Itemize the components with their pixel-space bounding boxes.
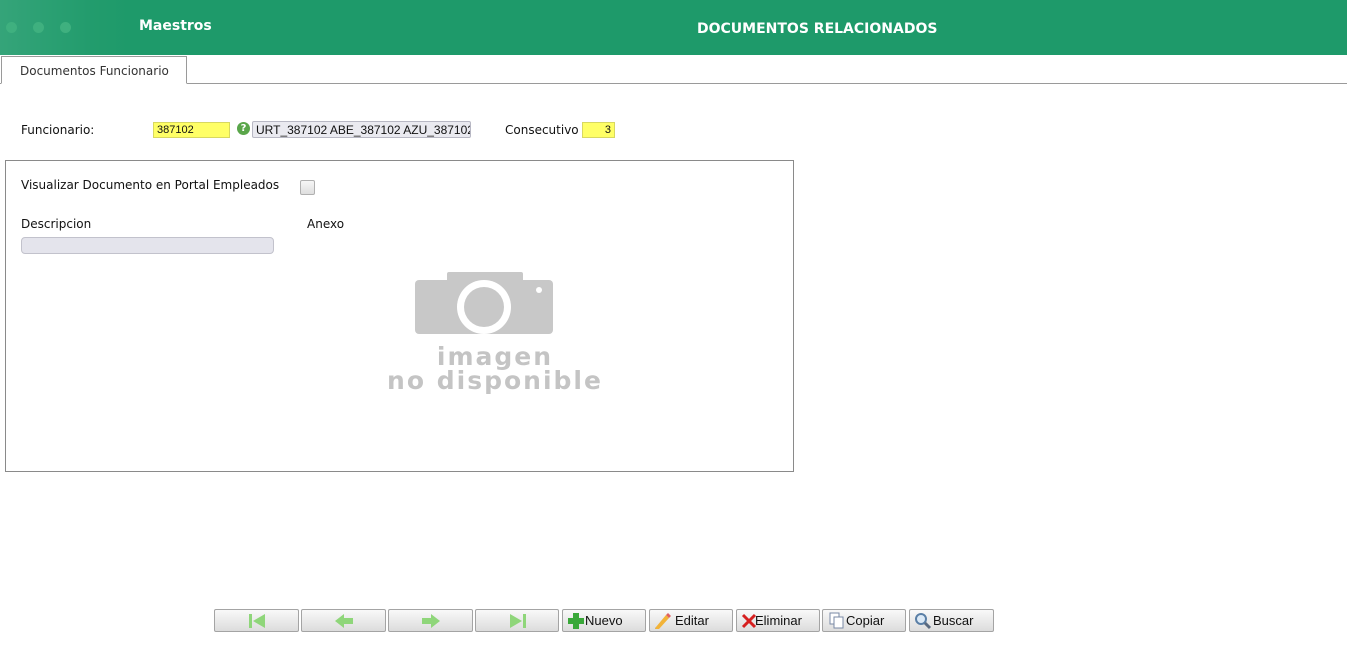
buscar-button[interactable]: Buscar	[909, 609, 994, 632]
no-image-text-line2: no disponible	[387, 366, 603, 395]
descripcion-label: Descripcion	[21, 217, 92, 231]
window-dot-3[interactable]	[60, 22, 71, 33]
copiar-label: Copiar	[846, 613, 885, 628]
previous-record-icon	[335, 614, 353, 628]
eliminar-label: Eliminar	[755, 613, 802, 628]
app-header: Maestros DOCUMENTOS RELACIONADOS	[0, 0, 1347, 55]
buscar-label: Buscar	[933, 613, 974, 628]
next-record-icon	[422, 614, 440, 628]
first-record-button[interactable]	[214, 609, 299, 632]
copy-icon	[829, 612, 844, 629]
help-icon[interactable]: ?	[237, 122, 250, 135]
copiar-button[interactable]: Copiar	[822, 609, 906, 632]
visualizar-label: Visualizar Documento en Portal Empleados	[21, 178, 280, 192]
tab-documentos-funcionario[interactable]: Documentos Funcionario	[1, 56, 187, 84]
nuevo-button[interactable]: Nuevo	[562, 609, 646, 632]
first-record-icon	[249, 614, 265, 628]
consecutivo-field[interactable]: 3	[582, 122, 615, 138]
previous-record-button[interactable]	[301, 609, 386, 632]
tab-label: Documentos Funcionario	[20, 64, 169, 78]
eliminar-button[interactable]: Eliminar	[736, 609, 820, 632]
add-icon	[568, 613, 584, 629]
anexo-label: Anexo	[307, 217, 345, 231]
descripcion-input[interactable]	[21, 237, 274, 254]
consecutivo-label: Consecutivo	[505, 123, 579, 137]
anexo-image-placeholder[interactable]: imagen no disponible	[340, 270, 650, 395]
tab-divider	[0, 83, 1347, 84]
last-record-button[interactable]	[475, 609, 559, 632]
camera-icon	[415, 272, 553, 334]
window-dot-2[interactable]	[33, 22, 44, 33]
nuevo-label: Nuevo	[585, 613, 623, 628]
app-title[interactable]: Maestros	[139, 18, 212, 34]
page-title: DOCUMENTOS RELACIONADOS	[697, 21, 938, 37]
window-dot-1[interactable]	[6, 22, 17, 33]
funcionario-name-field: URT_387102 ABE_387102 AZU_387102	[252, 121, 471, 138]
search-icon	[915, 613, 932, 630]
funcionario-label: Funcionario:	[21, 123, 95, 137]
last-record-icon	[510, 614, 526, 628]
visualizar-checkbox[interactable]	[300, 180, 315, 195]
funcionario-code-field[interactable]: 387102	[153, 122, 230, 138]
next-record-button[interactable]	[388, 609, 473, 632]
pencil-icon	[655, 613, 671, 629]
editar-label: Editar	[675, 613, 709, 628]
editar-button[interactable]: Editar	[649, 609, 733, 632]
